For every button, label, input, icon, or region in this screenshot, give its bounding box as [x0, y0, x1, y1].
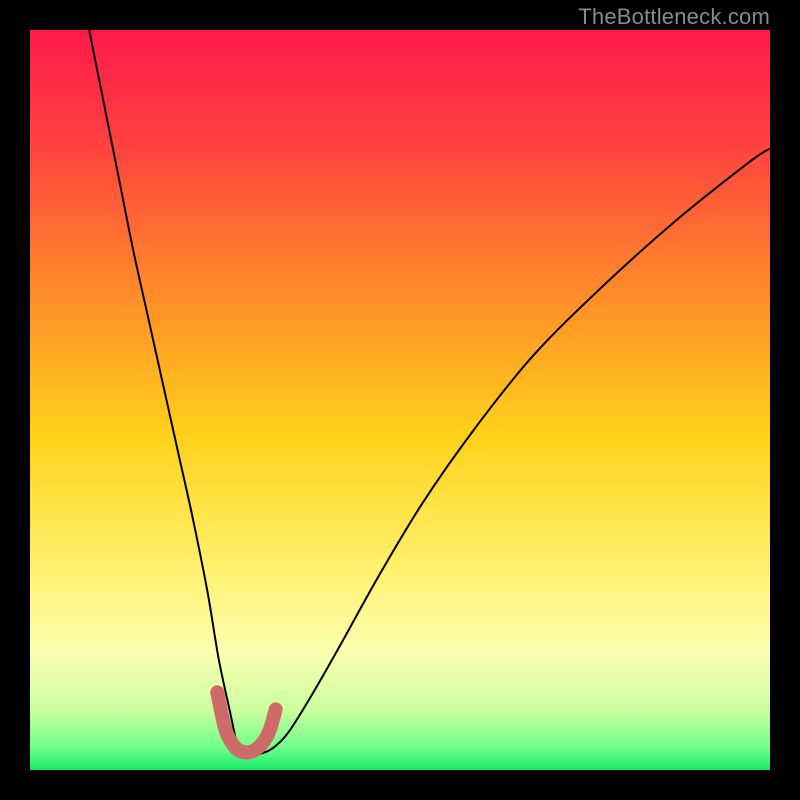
chart-frame: TheBottleneck.com	[0, 0, 800, 800]
bottleneck-chart	[30, 30, 770, 770]
watermark-text: TheBottleneck.com	[578, 4, 770, 30]
plot-area	[30, 30, 770, 770]
gradient-background	[30, 30, 770, 770]
